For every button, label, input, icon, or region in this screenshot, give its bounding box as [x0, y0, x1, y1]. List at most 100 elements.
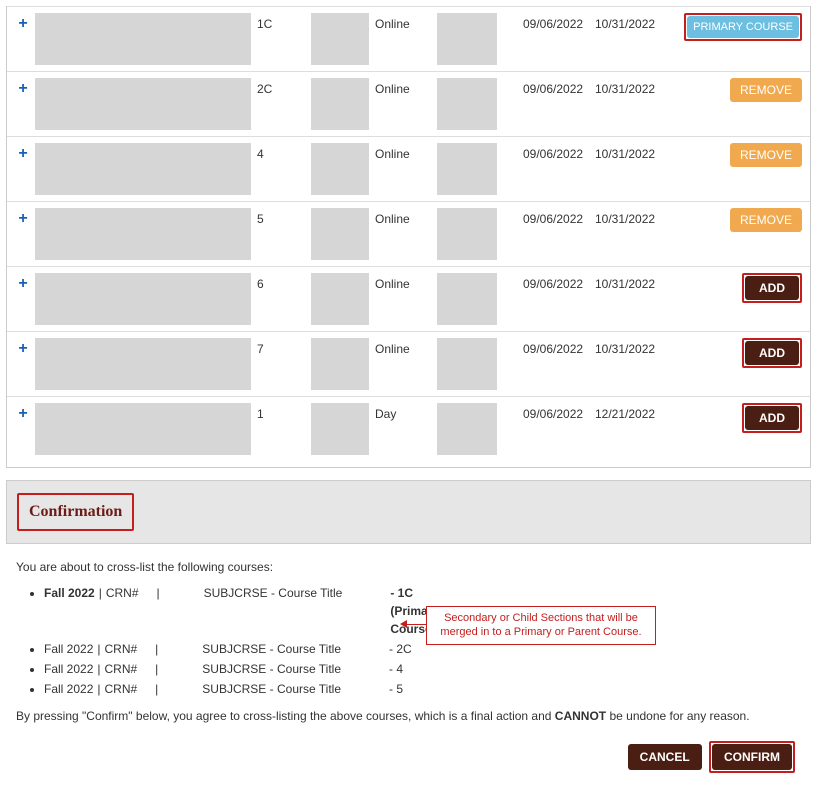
list-item: Fall 2022 | CRN# | SUBJCRSE - Course Tit… — [44, 640, 801, 658]
list-item: Fall 2022 | CRN# | SUBJCRSE - Course Tit… — [44, 584, 801, 638]
redacted-crn — [311, 78, 369, 130]
mode-cell: Online — [375, 273, 437, 291]
end-date-cell: 10/31/2022 — [595, 338, 667, 356]
subjcrse-label: SUBJCRSE - Course Title — [204, 584, 343, 602]
annotation-arrow-head — [400, 620, 407, 628]
table-row: + 5 Online 09/06/2022 10/31/2022 REMOVE — [7, 201, 810, 266]
confirmation-course-list: Fall 2022 | CRN# | SUBJCRSE - Course Tit… — [16, 584, 801, 698]
confirmation-intro: You are about to cross-list the followin… — [16, 560, 801, 574]
section-label: - 4 — [389, 660, 441, 678]
confirmation-footer: CANCEL CONFIRM — [16, 741, 801, 777]
crn-label: CRN# — [105, 680, 138, 698]
end-date-cell: 12/21/2022 — [595, 403, 667, 421]
mode-cell: Online — [375, 208, 437, 226]
confirmation-disclaimer: By pressing "Confirm" below, you agree t… — [16, 708, 801, 725]
disclaimer-bold: CANNOT — [555, 709, 606, 723]
cancel-button[interactable]: CANCEL — [628, 744, 702, 770]
crn-label: CRN# — [105, 640, 138, 658]
mode-cell: Online — [375, 143, 437, 161]
redacted-crn — [311, 338, 369, 390]
section-cell: 6 — [257, 273, 311, 291]
action-cell: ADD — [667, 273, 806, 303]
redacted-other — [437, 273, 497, 325]
redacted-course — [35, 338, 251, 390]
redacted-other — [437, 143, 497, 195]
action-cell: REMOVE — [667, 143, 806, 167]
start-date-cell: 09/06/2022 — [523, 78, 595, 96]
disclaimer-pre: By pressing "Confirm" below, you agree t… — [16, 709, 555, 723]
list-item: Fall 2022 | CRN# | SUBJCRSE - Course Tit… — [44, 680, 801, 698]
table-row: + 7 Online 09/06/2022 10/31/2022 ADD — [7, 331, 810, 396]
redacted-other — [437, 78, 497, 130]
redacted-course — [35, 403, 251, 455]
crn-label: CRN# — [105, 660, 138, 678]
section-cell: 2C — [257, 78, 311, 96]
table-row: + 1C Online 09/06/2022 10/31/2022 PRIMAR… — [7, 6, 810, 71]
subjcrse-label: SUBJCRSE - Course Title — [202, 660, 341, 678]
redacted-crn — [311, 143, 369, 195]
mode-cell: Online — [375, 78, 437, 96]
start-date-cell: 09/06/2022 — [523, 273, 595, 291]
start-date-cell: 09/06/2022 — [523, 13, 595, 31]
table-row: + 1 Day 09/06/2022 12/21/2022 ADD — [7, 396, 810, 461]
section-cell: 5 — [257, 208, 311, 226]
expand-icon[interactable]: + — [11, 403, 35, 423]
subjcrse-label: SUBJCRSE - Course Title — [202, 640, 341, 658]
table-row: + 6 Online 09/06/2022 10/31/2022 ADD — [7, 266, 810, 331]
redacted-other — [437, 403, 497, 455]
redacted-course — [35, 208, 251, 260]
end-date-cell: 10/31/2022 — [595, 208, 667, 226]
mode-cell: Day — [375, 403, 437, 421]
annotation-arrow — [406, 624, 426, 625]
confirm-button[interactable]: CONFIRM — [712, 744, 792, 770]
course-table: + 1C Online 09/06/2022 10/31/2022 PRIMAR… — [6, 6, 811, 468]
crn-label: CRN# — [106, 584, 139, 602]
add-button[interactable]: ADD — [745, 276, 799, 300]
remove-button[interactable]: REMOVE — [730, 208, 802, 232]
term-label: Fall 2022 — [44, 680, 93, 698]
term-label: Fall 2022 — [44, 640, 93, 658]
redacted-other — [437, 208, 497, 260]
expand-icon[interactable]: + — [11, 13, 35, 33]
action-cell: REMOVE — [667, 208, 806, 232]
start-date-cell: 09/06/2022 — [523, 338, 595, 356]
redacted-crn — [311, 403, 369, 455]
redacted-course — [35, 78, 251, 130]
start-date-cell: 09/06/2022 — [523, 403, 595, 421]
action-cell: REMOVE — [667, 78, 806, 102]
confirmation-body: You are about to cross-list the followin… — [6, 544, 811, 781]
expand-icon[interactable]: + — [11, 208, 35, 228]
redacted-course — [35, 13, 251, 65]
redacted-crn — [311, 208, 369, 260]
action-cell: ADD — [667, 403, 806, 433]
disclaimer-post: be undone for any reason. — [606, 709, 749, 723]
redacted-crn — [311, 273, 369, 325]
confirmation-header: Confirmation — [6, 480, 811, 544]
end-date-cell: 10/31/2022 — [595, 143, 667, 161]
expand-icon[interactable]: + — [11, 143, 35, 163]
add-button[interactable]: ADD — [745, 341, 799, 365]
expand-icon[interactable]: + — [11, 78, 35, 98]
redacted-other — [437, 338, 497, 390]
section-cell: 1C — [257, 13, 311, 31]
remove-button[interactable]: REMOVE — [730, 78, 802, 102]
start-date-cell: 09/06/2022 — [523, 208, 595, 226]
confirmation-title: Confirmation — [29, 503, 122, 520]
table-row: + 2C Online 09/06/2022 10/31/2022 REMOVE — [7, 71, 810, 136]
list-item: Fall 2022 | CRN# | SUBJCRSE - Course Tit… — [44, 660, 801, 678]
action-cell: PRIMARY COURSE — [667, 13, 806, 41]
end-date-cell: 10/31/2022 — [595, 78, 667, 96]
primary-button[interactable]: PRIMARY COURSE — [687, 16, 799, 38]
redacted-course — [35, 273, 251, 325]
redacted-other — [437, 13, 497, 65]
subjcrse-label: SUBJCRSE - Course Title — [202, 680, 341, 698]
section-cell: 1 — [257, 403, 311, 421]
start-date-cell: 09/06/2022 — [523, 143, 595, 161]
expand-icon[interactable]: + — [11, 338, 35, 358]
expand-icon[interactable]: + — [11, 273, 35, 293]
redacted-course — [35, 143, 251, 195]
add-button[interactable]: ADD — [745, 406, 799, 430]
remove-button[interactable]: REMOVE — [730, 143, 802, 167]
term-label: Fall 2022 — [44, 584, 95, 602]
mode-cell: Online — [375, 338, 437, 356]
